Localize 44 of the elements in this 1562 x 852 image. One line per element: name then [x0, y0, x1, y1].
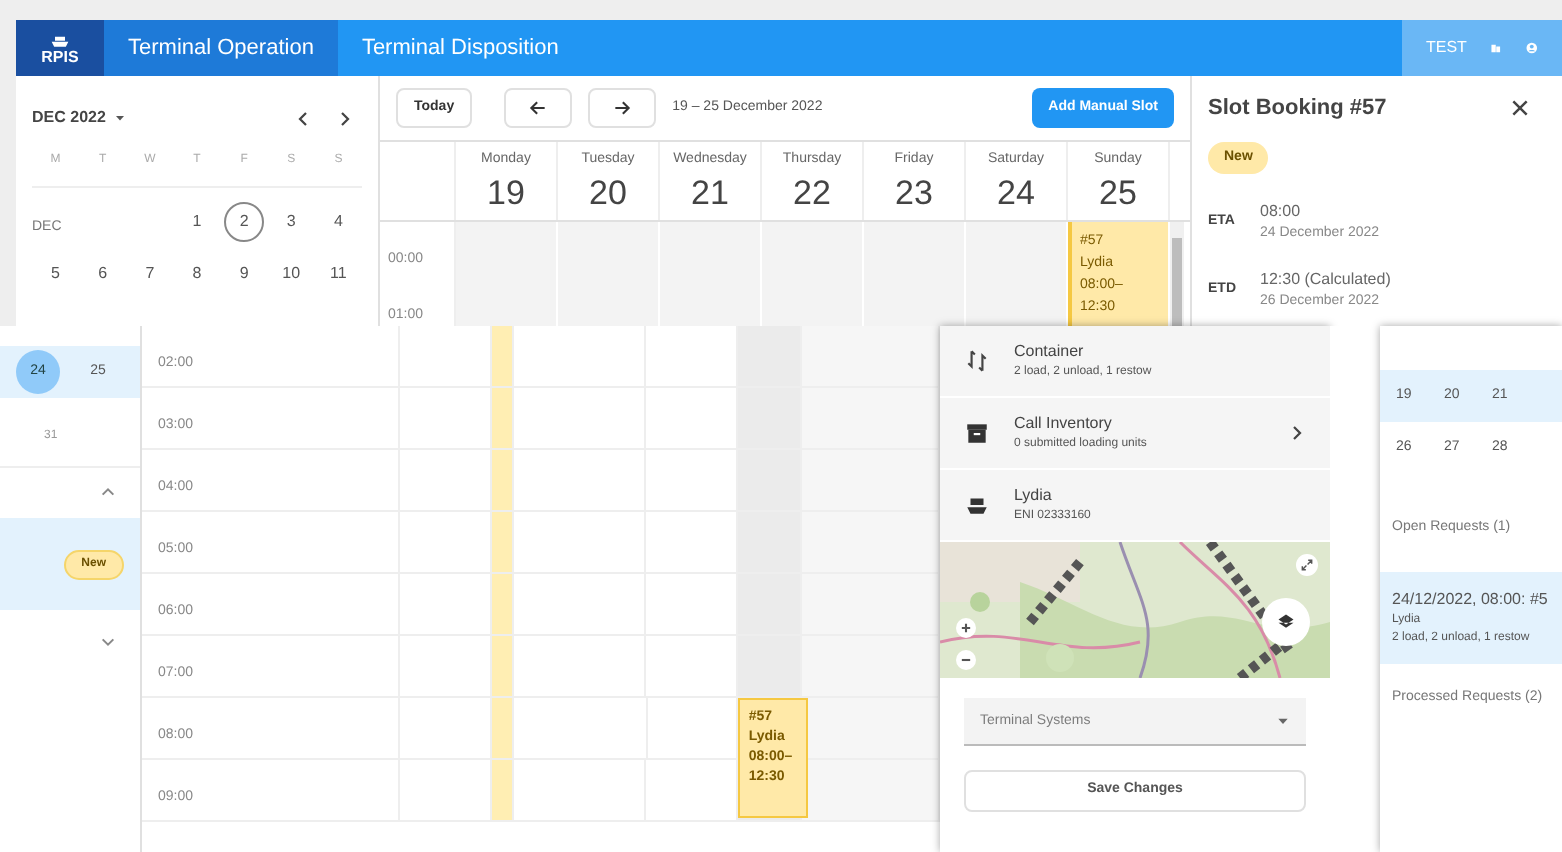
day-number: 20 — [589, 171, 627, 214]
layers-icon — [1276, 612, 1296, 632]
scrollbar[interactable] — [1172, 238, 1182, 326]
panel-title: Slot Booking #57 — [1208, 94, 1387, 124]
chevron-right-icon — [1288, 424, 1306, 442]
time-value: 12:30 (Calculated) — [1260, 268, 1391, 292]
previous-week-button[interactable] — [504, 88, 573, 128]
logo-text: RPIS — [41, 50, 79, 66]
calendar-day[interactable]: 1 — [176, 202, 217, 242]
zoom-in-button[interactable] — [956, 618, 976, 638]
chevron-down-icon[interactable] — [100, 634, 116, 650]
dropdown-arrow-icon — [1276, 714, 1290, 728]
month-selector[interactable]: DEC 2022 — [32, 106, 126, 130]
calendar-day[interactable]: 10 — [271, 254, 312, 294]
calendar-day[interactable]: 4 — [318, 202, 359, 242]
calendar-day[interactable]: 5 — [35, 254, 76, 294]
day-number: 23 — [895, 171, 933, 214]
user-label: TEST — [1426, 36, 1467, 60]
calendar-day[interactable]: 7 — [129, 254, 170, 294]
day-number: 22 — [793, 171, 831, 214]
day-number: 21 — [691, 171, 729, 214]
calendar-day[interactable]: 2 — [224, 202, 265, 242]
calendar-day[interactable]: 11 — [318, 254, 359, 294]
time-value: 08:00 — [1260, 199, 1303, 223]
next-week-button[interactable] — [588, 88, 657, 128]
chevron-right-icon[interactable] — [336, 109, 354, 127]
calendar-day[interactable]: 9 — [224, 254, 265, 294]
day-number: 19 — [487, 171, 525, 214]
archive-icon — [964, 420, 990, 446]
day-number: 25 — [1099, 171, 1137, 214]
expand-icon — [1300, 558, 1314, 572]
swap-arrows-icon — [964, 348, 990, 374]
calendar-day[interactable]: 3 — [271, 202, 312, 242]
calendar-day[interactable]: 6 — [82, 254, 123, 294]
calendar-day[interactable]: 8 — [176, 254, 217, 294]
chevron-up-icon[interactable] — [100, 484, 116, 500]
arrow-right-icon — [612, 98, 633, 118]
arrow-left-icon — [528, 98, 549, 118]
zoom-out-button[interactable] — [956, 650, 976, 670]
day-number: 24 — [997, 171, 1035, 214]
caret-down-icon — [113, 112, 126, 124]
chevron-left-icon[interactable] — [294, 109, 312, 127]
close-icon[interactable] — [1510, 98, 1530, 119]
nav-tab[interactable]: Terminal Operation — [104, 20, 338, 76]
